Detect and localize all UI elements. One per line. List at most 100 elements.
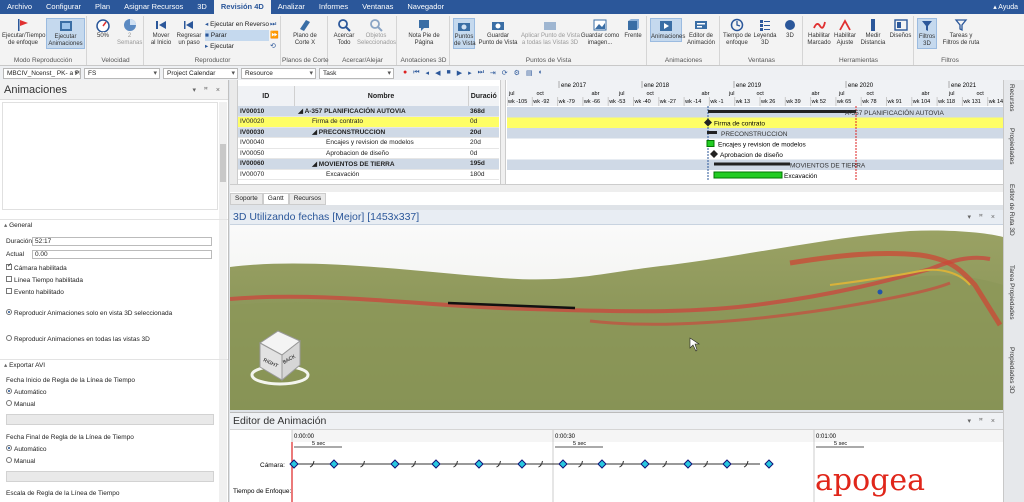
view-controls[interactable]: ▾ ꟸ × [967, 213, 1003, 221]
inicio-manual-radio[interactable]: Manual [6, 400, 35, 408]
gantt-tab-soporte[interactable]: Soporte [230, 193, 263, 205]
section-exportar[interactable]: Exportar AVI [0, 359, 228, 370]
resource-select[interactable]: Resource [241, 67, 316, 79]
panel-controls[interactable]: ▾ ꟸ × [192, 86, 228, 94]
tiempo-enfoque-button[interactable]: Tiempo de enfoque [723, 18, 751, 47]
menu-item-9[interactable]: Navegador [400, 0, 451, 14]
semanas-button[interactable]: 2 Semanas [117, 18, 142, 47]
nota-pie-button[interactable]: Nota Pie de Página [404, 18, 444, 47]
prev-icon[interactable]: ◂ [426, 69, 430, 77]
panel-scrollbar[interactable] [219, 102, 227, 502]
reproducir-sel-radio[interactable]: Reproducir Animaciones solo en vista 3D … [6, 309, 172, 317]
table-scrollbar[interactable] [500, 80, 506, 192]
task-select[interactable]: Task [319, 67, 394, 79]
right-tab-2[interactable]: Editor de Ruta 3D [1008, 184, 1015, 236]
animation-timeline[interactable]: 0:00:00 0:00:30 0:01:005 sec 5 sec 5 secCáma… [230, 430, 1003, 502]
medir-distancia-button[interactable]: Medir Distancia [858, 18, 888, 47]
ejecutar-animaciones-button[interactable]: Ejecutar Animaciones [46, 18, 85, 49]
camara-checkbox[interactable]: Cámara habilitada [6, 262, 67, 272]
skip-end-controls[interactable]: ⏭ ⏩ ⟲ [270, 19, 279, 52]
velocidad-button[interactable]: 50% [91, 18, 115, 40]
menu-item-8[interactable]: Ventanas [355, 0, 400, 14]
table-row[interactable]: IV00020 Firma de contrato 0d [238, 116, 499, 128]
gantt-chart[interactable]: ene 2017 ene 2018 ene 2019 ene 2020 ene 2021… [507, 80, 1003, 184]
next-icon[interactable]: ▸ [468, 69, 472, 77]
actual-input[interactable]: 0.00 [32, 250, 212, 259]
section-general[interactable]: General [0, 219, 228, 230]
inicio-automatico-radio[interactable]: Automático [6, 388, 47, 396]
fecha-final-field[interactable] [6, 471, 214, 482]
ejecutar-button[interactable]: ▸ Ejecutar [205, 41, 269, 52]
habilitar-ajuste-button[interactable]: Habilitar Ajuste [833, 18, 857, 47]
col-header-duracion[interactable]: Duració [468, 86, 499, 106]
editor-controls[interactable]: ▾ ꟸ × [967, 417, 1003, 425]
right-tab-3[interactable]: Tarea Propiedades [1008, 265, 1015, 320]
menu-item-6[interactable]: Analizar [271, 0, 312, 14]
ejecutar-enfoque-button[interactable]: Ejecutar/Tiempo de enfoque [2, 18, 45, 47]
table-row[interactable]: IV00060 ◢ MOVIENTOS DE TIERRA 195d [238, 158, 499, 170]
tareas-filtros-button[interactable]: Tareas y Filtros de ruta [939, 18, 983, 47]
globe-icon[interactable]: ◐ [539, 69, 543, 77]
help-menu[interactable]: ▴ Ayuda [993, 3, 1024, 11]
menu-item-1[interactable]: Configurar [39, 0, 88, 14]
menu-item-4[interactable]: 3D [190, 0, 214, 14]
disenos-button[interactable]: Diseños [889, 18, 912, 40]
plano-corte-button[interactable]: Plano de Corte X [286, 18, 324, 47]
habilitar-marcado-button[interactable]: Habilitar Marcado [806, 18, 832, 47]
record-icon[interactable]: ● [403, 69, 407, 77]
first-icon[interactable]: ⏮ [413, 69, 419, 77]
col-header-id[interactable]: ID [238, 86, 295, 106]
guardar-imagen-button[interactable]: Guardar como imagen... [580, 18, 620, 47]
right-tab-1[interactable]: Propiedades [1008, 128, 1015, 165]
table-row[interactable]: IV00070 Excavación 180d [238, 169, 499, 180]
menu-item-0[interactable]: Archivo [0, 0, 39, 14]
animation-list[interactable] [2, 102, 218, 210]
editor-animacion-button[interactable]: Editor de Animación [684, 18, 718, 47]
last-icon[interactable]: ⏭ [478, 69, 484, 77]
final-automatico-radio[interactable]: Automático [6, 445, 47, 453]
duracion-input[interactable]: 52:17 [32, 237, 212, 246]
chart-icon[interactable]: ▤ [526, 69, 533, 77]
ejecutar-reverso-button[interactable]: ◂ Ejecutar en Reverso [205, 19, 269, 30]
mover-inicio-button[interactable]: Mover al Inicio [148, 18, 174, 47]
evento-checkbox[interactable]: Evento habilitado [6, 288, 64, 296]
parar-button[interactable]: ■ Parar [205, 30, 269, 41]
acercar-todo-button[interactable]: Acercar Todo [332, 18, 356, 47]
regresar-button[interactable]: Regresar un paso [175, 18, 203, 47]
jump-icon[interactable]: ⇥ [490, 69, 496, 77]
menu-item-7[interactable]: Informes [312, 0, 355, 14]
gantt-tab-recursos[interactable]: Recursos [288, 193, 327, 205]
linea-tiempo-checkbox[interactable]: Línea Tiempo habilitada [6, 276, 83, 284]
calendar-select[interactable]: Project Calendar [163, 67, 238, 79]
tres-d-button[interactable]: 3D [779, 18, 801, 40]
fecha-inicio-field[interactable] [6, 414, 214, 425]
stop-icon[interactable]: ■ [446, 69, 450, 77]
filtros-3d-button[interactable]: Filtros 3D [917, 18, 937, 49]
objetos-seleccionados-button[interactable]: Objetos Seleccionados [357, 18, 396, 47]
leyenda-3d-button[interactable]: Leyenda 3D [753, 18, 777, 47]
gantt-tab-gantt[interactable]: Gantt [262, 193, 289, 205]
fs-select[interactable]: FS [84, 67, 160, 79]
play-icon[interactable]: ▶ [457, 69, 462, 77]
table-row[interactable]: IV00010 ◢ A-357 PLANIFICACIÓN AUTOVIA 368d [238, 106, 499, 117]
puntos-vista-button[interactable]: Puntos de Vista [453, 18, 476, 49]
guardar-punto-vista-button[interactable]: Guardar Punto de Vista [477, 18, 519, 47]
settings-icon[interactable]: ⚙ [514, 69, 520, 77]
aplicar-punto-vista-button[interactable]: Aplicar Punto de Vista a todas las Vista… [521, 18, 580, 47]
table-row[interactable]: IV00040 Encajes y revision de modelos 20d [238, 137, 499, 149]
col-header-nombre[interactable]: Nombre [294, 86, 469, 106]
table-row[interactable]: IV00030 ◢ PRECONSTRUCCION 20d [238, 127, 499, 138]
frente-button[interactable]: Frente [621, 18, 645, 40]
menu-item-5[interactable]: Revisión 4D [213, 0, 271, 14]
right-tab-4[interactable]: Propiedades 3D [1008, 347, 1015, 394]
right-tab-0[interactable]: Recursos [1008, 84, 1015, 111]
refresh-icon[interactable]: ⟳ [502, 69, 508, 77]
gantt-hscrollbar[interactable] [230, 184, 1003, 192]
table-row[interactable]: IV00050 Aprobacion de diseño 0d [238, 148, 499, 159]
final-manual-radio[interactable]: Manual [6, 457, 35, 465]
reproducir-todas-radio[interactable]: Reproducir Animaciones en todas las vist… [6, 335, 150, 343]
back-icon[interactable]: ◀ [435, 69, 440, 77]
project-select[interactable]: MBCIV_Ncenst_ PK- a PK [3, 67, 81, 79]
terrain-canvas[interactable]: RIGHT BACK [230, 225, 1003, 410]
menu-item-3[interactable]: Asignar Recursos [117, 0, 190, 14]
